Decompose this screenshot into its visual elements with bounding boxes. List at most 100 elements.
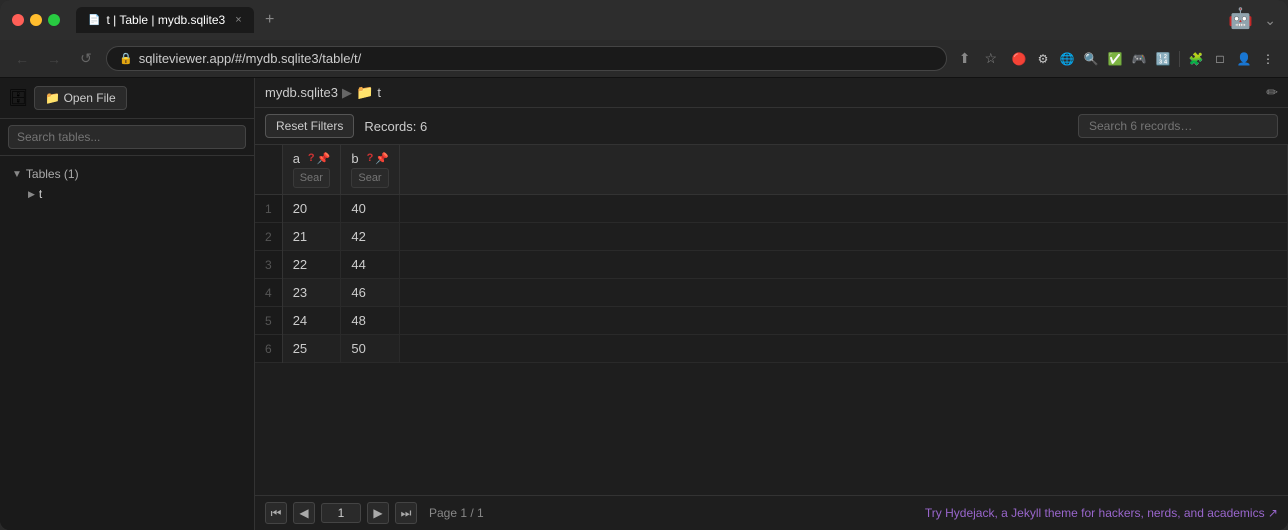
tables-label: Tables (1) (26, 167, 79, 181)
table-row[interactable]: 2 21 42 (255, 223, 1288, 251)
edit-button[interactable]: ✏ (1266, 84, 1278, 101)
empty-col-cell (400, 251, 1288, 279)
breadcrumb-separator: ▶ (342, 85, 352, 101)
cell-b[interactable]: 50 (341, 335, 400, 363)
ext-icon-7[interactable]: 🔢 (1153, 49, 1173, 69)
search-records-input[interactable] (1078, 114, 1278, 138)
empty-col-cell (400, 279, 1288, 307)
android-icon: 🤖 (1228, 6, 1256, 34)
col-a-question-icon[interactable]: ? (308, 152, 315, 165)
title-bar: 📄 t | Table | mydb.sqlite3 × + 🤖 ⌄ (0, 0, 1288, 40)
cell-a[interactable]: 21 (282, 223, 341, 251)
lock-icon: 🔒 (119, 52, 133, 65)
tab-icon: 📄 (88, 15, 100, 26)
main-toolbar: mydb.sqlite3 ▶ 📁 t ✏ (255, 78, 1288, 108)
hydejack-link[interactable]: Try Hydejack, a Jekyll theme for hackers… (925, 506, 1278, 520)
minimize-button[interactable] (30, 14, 42, 26)
table-t-label: t (39, 187, 42, 201)
ext-icon-4[interactable]: 🔍 (1081, 49, 1101, 69)
ext-icon-1[interactable]: 🔴 (1009, 49, 1029, 69)
reset-filters-button[interactable]: Reset Filters (265, 114, 354, 138)
new-tab-button[interactable]: + (258, 8, 282, 32)
cell-b[interactable]: 40 (341, 195, 400, 223)
cell-a[interactable]: 20 (282, 195, 341, 223)
address-field[interactable]: 🔒 sqliteviewer.app/#/mydb.sqlite3/table/… (106, 46, 947, 71)
column-header-b: b ? 📌 (341, 145, 400, 195)
table-container: a ? 📌 b (255, 145, 1288, 495)
sidebar-search (0, 119, 254, 156)
address-text: sqliteviewer.app/#/mydb.sqlite3/table/t/ (139, 51, 362, 66)
maximize-button[interactable] (48, 14, 60, 26)
filter-bar: Reset Filters Records: 6 (255, 108, 1288, 145)
pagination-bar: ⏮ ◀ ▶ ⏭ Page 1 / 1 Try Hydejack, a Jekyl… (255, 495, 1288, 530)
tables-header[interactable]: ▼ Tables (1) (8, 164, 246, 184)
table-row[interactable]: 3 22 44 (255, 251, 1288, 279)
chevron-down-icon[interactable]: ⌄ (1264, 12, 1276, 29)
active-tab[interactable]: 📄 t | Table | mydb.sqlite3 × (76, 7, 254, 33)
row-num-cell: 6 (255, 335, 282, 363)
ext-icon-2[interactable]: ⚙ (1033, 49, 1053, 69)
first-page-button[interactable]: ⏮ (265, 502, 287, 524)
cell-b[interactable]: 48 (341, 307, 400, 335)
table-body: 1 20 40 2 21 42 3 22 44 4 23 46 5 24 48 … (255, 195, 1288, 363)
column-header-a: a ? 📌 (282, 145, 341, 195)
table-row[interactable]: 5 24 48 (255, 307, 1288, 335)
cell-a[interactable]: 22 (282, 251, 341, 279)
empty-col-cell (400, 223, 1288, 251)
ext-icon-5[interactable]: ✅ (1105, 49, 1125, 69)
search-col-b-input[interactable] (351, 168, 389, 188)
tab-label: t | Table | mydb.sqlite3 (106, 13, 225, 27)
sidebar-tree: ▼ Tables (1) ▶ t (0, 156, 254, 530)
breadcrumb-table: t (377, 85, 381, 100)
col-b-name: b (351, 151, 358, 166)
open-file-button[interactable]: 📁 Open File (34, 86, 126, 110)
sidebar-header: 🗄 📁 Open File (0, 78, 254, 119)
breadcrumb-icon: 📁 (356, 84, 373, 101)
table-row[interactable]: 4 23 46 (255, 279, 1288, 307)
breadcrumb-db: mydb.sqlite3 (265, 85, 338, 100)
ext-icon-9[interactable]: □ (1210, 49, 1230, 69)
bookmark-icon[interactable]: ☆ (980, 48, 1001, 69)
search-tables-input[interactable] (8, 125, 246, 149)
forward-button[interactable]: → (42, 47, 66, 71)
ext-icon-10[interactable]: 👤 (1234, 49, 1254, 69)
sidebar: 🗄 📁 Open File ▼ Tables (1) ▶ t (0, 78, 255, 530)
share-icon[interactable]: ⬆ (955, 48, 975, 69)
col-b-pin-icon[interactable]: 📌 (375, 152, 389, 165)
ext-icon-3[interactable]: 🌐 (1057, 49, 1077, 69)
browser-window: 📄 t | Table | mydb.sqlite3 × + 🤖 ⌄ ← → ↺… (0, 0, 1288, 530)
table-row[interactable]: 1 20 40 (255, 195, 1288, 223)
ext-icon-6[interactable]: 🎮 (1129, 49, 1149, 69)
col-b-question-icon[interactable]: ? (367, 152, 374, 165)
search-col-a-input[interactable] (293, 168, 331, 188)
row-num-cell: 1 (255, 195, 282, 223)
app-layout: 🗄 📁 Open File ▼ Tables (1) ▶ t (0, 78, 1288, 530)
cell-b[interactable]: 44 (341, 251, 400, 279)
table-arrow-icon: ▶ (28, 189, 35, 200)
ext-icon-8[interactable]: 🧩 (1186, 49, 1206, 69)
more-options-button[interactable]: ⋮ (1258, 49, 1278, 69)
row-num-cell: 5 (255, 307, 282, 335)
traffic-lights (12, 14, 60, 26)
close-button[interactable] (12, 14, 24, 26)
tree-section-tables: ▼ Tables (1) ▶ t (0, 160, 254, 208)
col-a-pin-icon[interactable]: 📌 (317, 152, 331, 165)
cell-a[interactable]: 24 (282, 307, 341, 335)
table-row[interactable]: 6 25 50 (255, 335, 1288, 363)
prev-page-button[interactable]: ◀ (293, 502, 315, 524)
cell-a[interactable]: 23 (282, 279, 341, 307)
back-button[interactable]: ← (10, 47, 34, 71)
last-page-button[interactable]: ⏭ (395, 502, 417, 524)
tab-close-button[interactable]: × (235, 14, 241, 26)
refresh-button[interactable]: ↺ (74, 47, 98, 71)
empty-col-cell (400, 195, 1288, 223)
database-icon: 🗄 (8, 88, 28, 108)
next-page-button[interactable]: ▶ (367, 502, 389, 524)
page-input[interactable] (321, 503, 361, 523)
address-bar: ← → ↺ 🔒 sqliteviewer.app/#/mydb.sqlite3/… (0, 40, 1288, 78)
cell-b[interactable]: 46 (341, 279, 400, 307)
col-a-name: a (293, 151, 300, 166)
cell-a[interactable]: 25 (282, 335, 341, 363)
sidebar-item-t[interactable]: ▶ t (8, 184, 246, 204)
cell-b[interactable]: 42 (341, 223, 400, 251)
